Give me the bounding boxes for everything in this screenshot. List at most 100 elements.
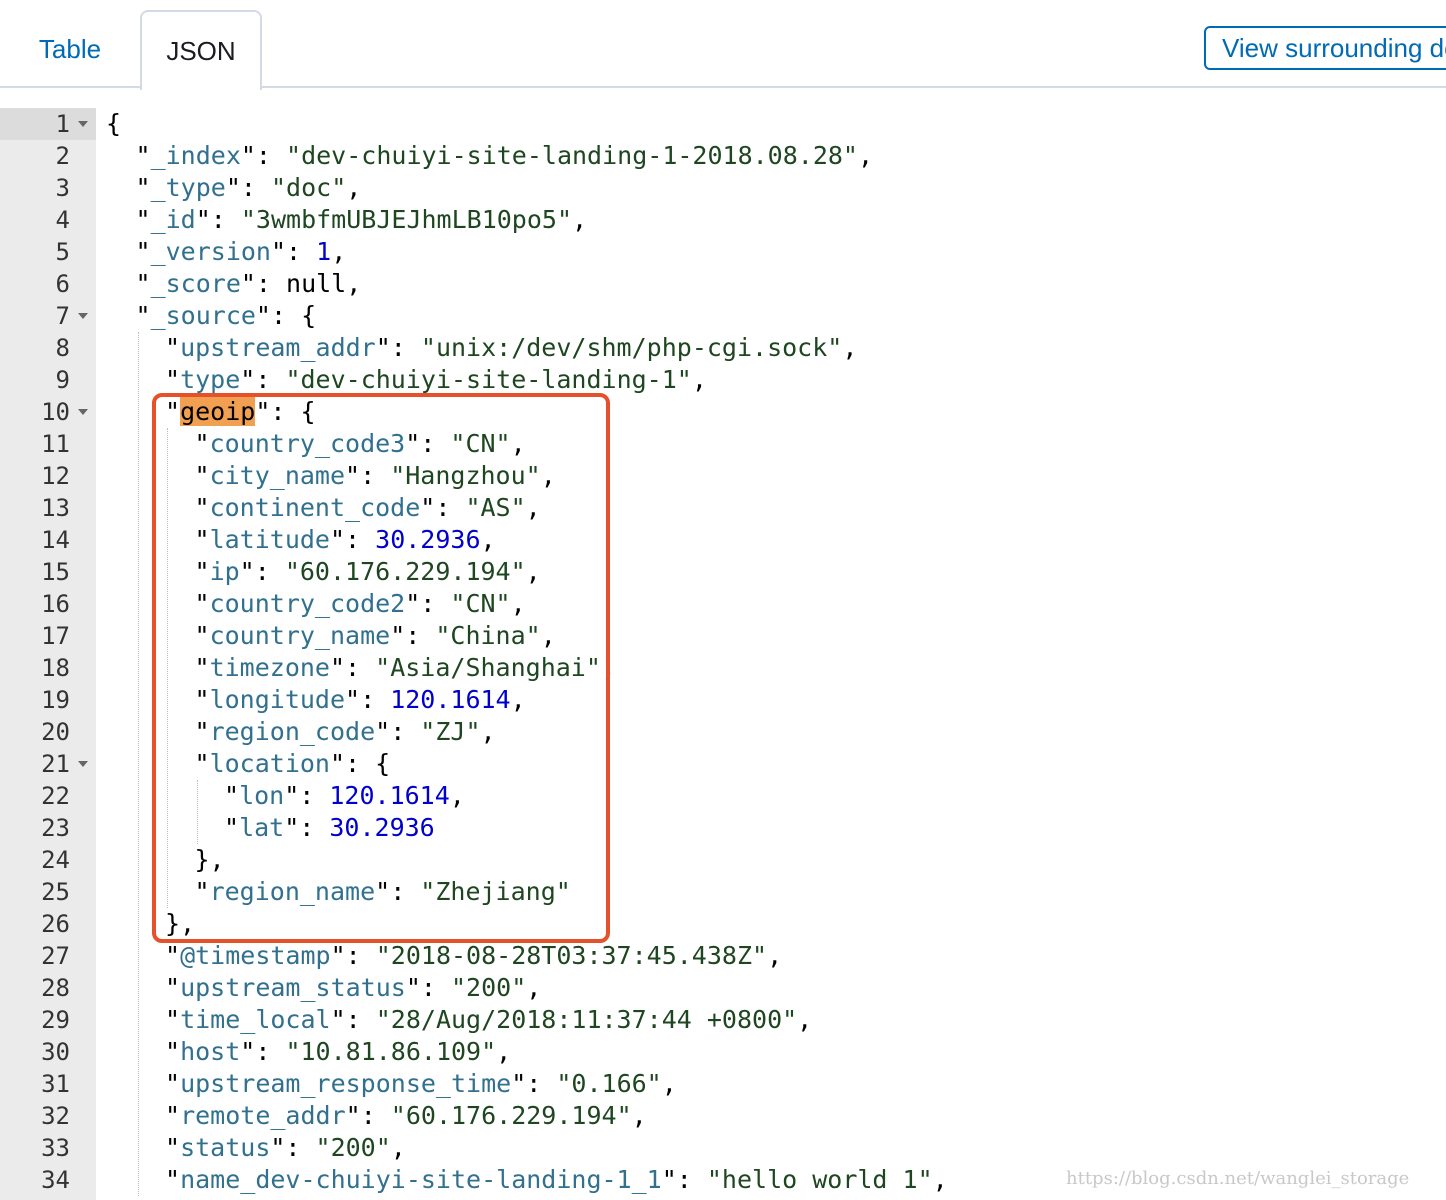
json-punct: ": [270, 1133, 316, 1162]
line-number-text: 33 [41, 1134, 70, 1162]
code-line: "remote_addr": "60.176.229.194", [165, 1100, 647, 1132]
json-key: _source [150, 301, 256, 330]
line-number-text: 18 [41, 654, 70, 682]
line-number: 9 [0, 364, 96, 396]
code-line: "status": "200", [165, 1132, 406, 1164]
json-punct: , [572, 205, 588, 234]
json-number: 120.1614 [390, 685, 511, 714]
json-punct: ": [240, 141, 287, 170]
line-number: 7 [0, 300, 96, 332]
json-punct: ": [661, 1165, 707, 1194]
json-punct: ": [195, 205, 241, 234]
json-punct: ": [345, 685, 391, 714]
code-line: "upstream_response_time": "0.166", [165, 1068, 677, 1100]
code-line: "continent_code": "AS", [195, 492, 541, 524]
json-code-editor[interactable]: 1 2 3 4 5 6 7 8 9 10 11 12 13 14 15 16 17 18 19 20 21 22 23 24 2… [0, 108, 1446, 1200]
json-punct: , [331, 237, 347, 266]
code-line: "geoip": { [165, 396, 316, 428]
fold-toggle-icon[interactable] [78, 121, 88, 127]
view-surrounding-documents-button[interactable]: View surrounding documents [1204, 26, 1446, 70]
json-key-highlighted: geoip [180, 397, 256, 426]
code-line: }, [195, 844, 225, 876]
json-key: longitude [209, 685, 346, 714]
fold-toggle-icon[interactable] [78, 313, 88, 319]
json-punct: ": [330, 1005, 376, 1034]
line-number-text: 12 [41, 462, 70, 490]
line-number-text: 2 [55, 142, 70, 170]
json-key: type [180, 365, 241, 394]
json-punct: " [165, 1133, 181, 1162]
code-line: "country_code3": "CN", [195, 428, 526, 460]
json-punct: " [165, 1037, 181, 1066]
json-key: country_code2 [209, 589, 406, 618]
tab-json[interactable]: JSON [140, 10, 262, 90]
json-punct: " [194, 493, 210, 522]
line-number-gutter: 1 2 3 4 5 6 7 8 9 10 11 12 13 14 15 16 17 18 19 20 21 22 23 24 2… [0, 108, 96, 1200]
json-punct: , [480, 525, 496, 554]
code-line: "@timestamp": "2018-08-28T03:37:45.438Z"… [165, 940, 782, 972]
code-line: "_id": "3wmbfmUBJEJhmLB10po5", [136, 204, 588, 236]
line-number-text: 23 [41, 814, 70, 842]
json-punct: " [194, 429, 210, 458]
json-punct: ": [329, 653, 376, 682]
json-string: "Hangzhou" [390, 461, 541, 490]
code-line: "country_name": "China", [195, 620, 556, 652]
line-number-text: 15 [41, 558, 70, 586]
code-line: "location": { [195, 748, 391, 780]
json-punct: , [525, 493, 541, 522]
line-number: 28 [0, 972, 96, 1004]
code-line: "time_local": "28/Aug/2018:11:37:44 +080… [165, 1004, 812, 1036]
json-string: "Asia/Shanghai" [375, 653, 601, 682]
code-line: "_index": "dev-chuiyi-site-landing-1-201… [136, 140, 874, 172]
json-punct: " [194, 621, 210, 650]
code-area[interactable]: { "_index": "dev-chuiyi-site-landing-1-20… [106, 108, 1446, 1200]
line-number-text: 32 [41, 1102, 70, 1130]
fold-toggle-icon[interactable] [78, 761, 88, 767]
json-punct: , [449, 781, 465, 810]
json-punct: " [135, 237, 151, 266]
json-punct: " [135, 301, 151, 330]
tab-table[interactable]: Table [0, 10, 140, 88]
json-key: remote_addr [180, 1101, 346, 1130]
code-line: "upstream_addr": "unix:/dev/shm/php-cgi.… [165, 332, 857, 364]
indent-guide [196, 780, 198, 844]
json-key: location [209, 749, 330, 778]
json-punct: " [165, 1165, 181, 1194]
json-key: region_code [209, 717, 376, 746]
line-number: 8 [0, 332, 96, 364]
json-punct: " [135, 269, 151, 298]
json-punct: , [932, 1165, 948, 1194]
json-punct: ": [345, 1101, 391, 1130]
line-number: 4 [0, 204, 96, 236]
json-punct: " [194, 525, 210, 554]
json-string: "doc" [270, 173, 347, 202]
line-number: 1 [0, 108, 96, 140]
line-number-text: 13 [41, 494, 70, 522]
line-number-text: 20 [41, 718, 70, 746]
line-number-text: 3 [55, 174, 70, 202]
json-number: 30.2936 [375, 525, 481, 554]
json-punct: " [194, 685, 210, 714]
indent-guide [167, 428, 168, 908]
line-number-text: 6 [55, 270, 70, 298]
json-key: lat [239, 813, 285, 842]
line-number-text: 31 [41, 1070, 70, 1098]
json-punct: , [857, 141, 874, 170]
json-punct: " [165, 333, 181, 362]
fold-toggle-icon[interactable] [78, 409, 88, 415]
json-key: continent_code [209, 493, 421, 522]
code-line: "city_name": "Hangzhou", [195, 460, 556, 492]
json-punct: ": { [329, 749, 391, 778]
line-number: 30 [0, 1036, 96, 1068]
json-punct: { [106, 109, 122, 138]
json-key: @timestamp [180, 941, 331, 970]
json-punct: " [135, 141, 151, 170]
line-number-text: 22 [41, 782, 70, 810]
code-line: "lat": 30.2936 [224, 812, 435, 844]
json-punct: " [194, 461, 210, 490]
json-string: "200" [451, 973, 527, 1002]
json-punct: , [510, 685, 526, 714]
json-punct: ": [225, 173, 271, 202]
line-number: 32 [0, 1100, 96, 1132]
json-key: time_local [180, 1005, 331, 1034]
